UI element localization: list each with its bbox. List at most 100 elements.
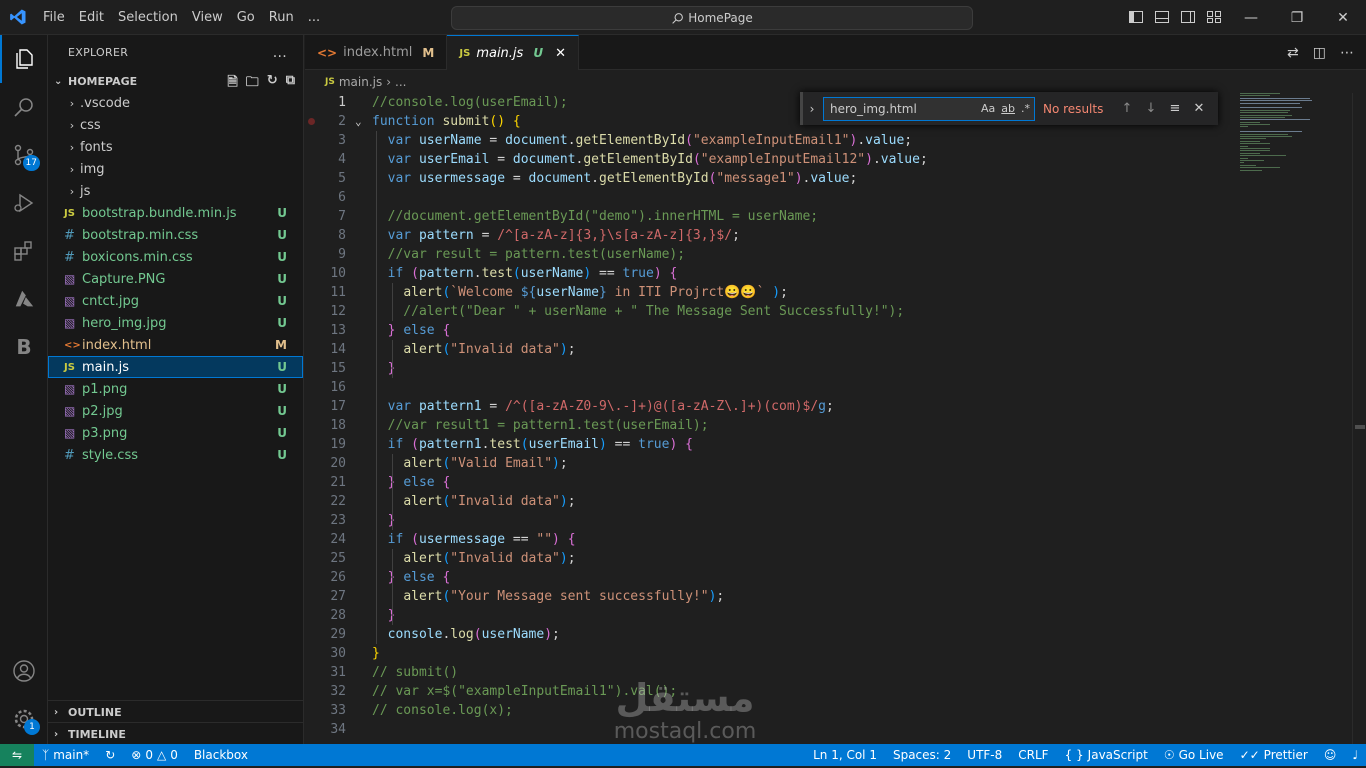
branch-status[interactable]: ᛉ main*: [34, 744, 97, 766]
azure-icon[interactable]: [0, 275, 48, 323]
toggle-sidebar-icon[interactable]: [1128, 9, 1144, 25]
tree-item-vscode[interactable]: › .vscode: [48, 92, 303, 114]
language-status[interactable]: { } JavaScript: [1057, 744, 1156, 766]
source-control-icon[interactable]: 17: [0, 131, 48, 179]
code-token: usermessage: [418, 171, 506, 186]
code-token: }: [372, 646, 380, 661]
remote-indicator-icon[interactable]: ⇋: [0, 744, 34, 766]
breadcrumb-rest[interactable]: ...: [395, 75, 406, 89]
menu-edit[interactable]: Edit: [72, 0, 111, 35]
image-file-icon: ▧: [64, 272, 76, 286]
menu-go[interactable]: Go: [230, 0, 262, 35]
close-icon[interactable]: ✕: [1320, 0, 1366, 35]
editor-scrollbar[interactable]: [1352, 93, 1366, 744]
tab-main-js[interactable]: JS main.js U ✕: [447, 35, 579, 70]
tree-item-cntct-jpg[interactable]: ▧ cntct.jpg U: [48, 290, 303, 312]
tree-item-bootstrap-bundle-min-js[interactable]: JS bootstrap.bundle.min.js U: [48, 202, 303, 224]
notifications-bell-icon[interactable]: ♩: [1344, 744, 1366, 766]
close-find-icon[interactable]: ✕: [1187, 101, 1211, 116]
feedback-icon[interactable]: ☺: [1316, 744, 1345, 766]
tree-item-style-css[interactable]: # style.css U: [48, 444, 303, 466]
code-token: {: [567, 532, 576, 547]
eol-status[interactable]: CRLF: [1010, 744, 1056, 766]
explorer-icon[interactable]: [0, 35, 48, 83]
accounts-icon[interactable]: [0, 647, 48, 695]
code-line: 8 var pattern = /^[a-zA-z]{3,}\s[a-zA-z]…: [305, 226, 1225, 245]
explorer-more-button[interactable]: ...: [273, 45, 287, 61]
code-token: // submit(): [372, 665, 459, 680]
match-case-toggle[interactable]: Aa: [981, 102, 995, 115]
line-number: 26: [330, 570, 346, 585]
find-input[interactable]: [830, 101, 970, 116]
git-status-badge: U: [277, 382, 287, 396]
tree-item-css[interactable]: › css: [48, 114, 303, 136]
tree-item-p2-jpg[interactable]: ▧ p2.jpg U: [48, 400, 303, 422]
blackbox-icon[interactable]: B: [0, 323, 48, 371]
run-debug-icon[interactable]: [0, 179, 48, 227]
encoding-status[interactable]: UTF-8: [959, 744, 1010, 766]
code-token: =: [481, 399, 506, 414]
prettier-status[interactable]: ✓✓ Prettier: [1232, 744, 1316, 766]
arrow-up-icon[interactable]: ↑: [1115, 101, 1139, 116]
sync-icon[interactable]: ↻: [97, 744, 123, 766]
manage-gear-icon[interactable]: 1: [0, 695, 48, 743]
indentation-status[interactable]: Spaces: 2: [885, 744, 959, 766]
tab-index-html[interactable]: <> index.html M: [305, 35, 448, 70]
outline-section[interactable]: › OUTLINE: [48, 701, 304, 723]
whole-word-toggle[interactable]: ab: [1001, 102, 1015, 115]
timeline-section[interactable]: › TIMELINE: [48, 723, 304, 745]
folder-header[interactable]: ⌄ HOMEPAGE 🗎 🗀 ↻ ⧉: [48, 70, 303, 92]
tree-item-label: p3.png: [82, 425, 128, 441]
regex-toggle[interactable]: .*: [1021, 102, 1030, 115]
tree-item-boxicons-min-css[interactable]: # boxicons.min.css U: [48, 246, 303, 268]
js-file-icon: JS: [64, 207, 75, 219]
menu-run[interactable]: Run: [262, 0, 301, 35]
open-changes-icon[interactable]: ⇄: [1287, 45, 1299, 61]
tree-item-label: p2.jpg: [82, 403, 123, 419]
tree-item-label: img: [80, 161, 105, 177]
problems-status[interactable]: ⊗ 0 △ 0: [123, 744, 186, 766]
blackbox-status[interactable]: Blackbox: [186, 744, 256, 766]
fold-chevron-icon[interactable]: ⌄: [355, 112, 362, 131]
toggle-replace-icon[interactable]: ›: [803, 102, 821, 116]
customize-layout-icon[interactable]: [1206, 9, 1222, 25]
minimap-line: [1240, 155, 1286, 157]
minimap-line: [1240, 157, 1248, 159]
more-actions-icon[interactable]: ⋯: [1340, 45, 1354, 61]
go-live-status[interactable]: ☉ Go Live: [1156, 744, 1232, 766]
tree-item-fonts[interactable]: › fonts: [48, 136, 303, 158]
tree-item-bootstrap-min-css[interactable]: # bootstrap.min.css U: [48, 224, 303, 246]
split-editor-icon[interactable]: ◫: [1313, 45, 1326, 61]
toggle-panel-icon[interactable]: [1154, 9, 1170, 25]
code-token: true: [638, 437, 670, 452]
code-token: if: [387, 266, 404, 281]
minimize-icon[interactable]: —: [1228, 0, 1274, 35]
restore-icon[interactable]: ❐: [1274, 0, 1320, 35]
find-in-selection-icon[interactable]: ≡: [1163, 101, 1187, 116]
tree-item-capture-png[interactable]: ▧ Capture.PNG U: [48, 268, 303, 290]
tree-item-hero-img-jpg[interactable]: ▧ hero_img.jpg U: [48, 312, 303, 334]
tree-item-p3-png[interactable]: ▧ p3.png U: [48, 422, 303, 444]
breadcrumb-file[interactable]: main.js: [339, 75, 382, 89]
tree-item-index-html[interactable]: <> index.html M: [48, 334, 303, 356]
tab-close-icon[interactable]: ✕: [555, 46, 566, 61]
menu-file[interactable]: File: [36, 0, 72, 35]
breadcrumb-separator-icon: ›: [386, 75, 392, 89]
tree-item-p1-png[interactable]: ▧ p1.png U: [48, 378, 303, 400]
menu-selection[interactable]: Selection: [111, 0, 185, 35]
arrow-down-icon[interactable]: ↓: [1139, 101, 1163, 116]
tree-item-js[interactable]: › js: [48, 180, 303, 202]
tree-item-main-js[interactable]: JS main.js U: [48, 356, 303, 378]
menu-more[interactable]: ...: [301, 0, 327, 35]
extensions-icon[interactable]: [0, 227, 48, 275]
search-icon[interactable]: [0, 83, 48, 131]
tree-item-label: style.css: [82, 447, 138, 463]
tree-item-img[interactable]: › img: [48, 158, 303, 180]
toggle-secondary-sidebar-icon[interactable]: [1180, 9, 1196, 25]
code-editor[interactable]: 1 //console.log(userEmail); 2 ⌄ function sub…: [305, 93, 1366, 744]
command-center-search[interactable]: HomePage: [451, 6, 973, 30]
cursor-position[interactable]: Ln 1, Col 1: [805, 744, 885, 766]
code-token: ${: [520, 285, 537, 300]
menu-view[interactable]: View: [185, 0, 230, 35]
minimap[interactable]: [1240, 93, 1352, 173]
